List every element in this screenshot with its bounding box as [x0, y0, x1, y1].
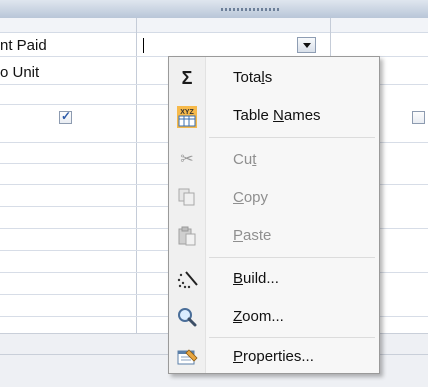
paste-icon [177, 226, 197, 246]
menu-item-label: Table Names [233, 107, 321, 124]
menu-item-zoom[interactable]: Zoom... [171, 300, 377, 333]
properties-icon [177, 347, 198, 367]
menu-separator [209, 337, 375, 338]
grid-row-line [380, 84, 428, 85]
magnifier-icon [177, 307, 197, 327]
menu-separator [209, 257, 375, 258]
menu-item-label: Paste [233, 227, 272, 244]
menu-item-properties[interactable]: Properties... [171, 340, 377, 373]
grid-row-line [0, 84, 168, 85]
pane-splitter-bar[interactable] [0, 0, 428, 19]
grid-row-line [380, 272, 428, 273]
context-menu: Σ Totals XYZ Table Names ✂ Cut Copy Past… [168, 56, 380, 374]
menu-item-label: Copy [233, 189, 269, 206]
field-cell[interactable]: nt Paid [0, 37, 47, 54]
svg-text:XYZ: XYZ [180, 109, 194, 116]
table-names-icon: XYZ [177, 106, 197, 128]
scissors-icon: ✂ [180, 151, 194, 168]
grid-row-line [380, 184, 428, 185]
menu-item-build[interactable]: Build... [171, 262, 377, 295]
dropdown-arrow-icon [303, 43, 311, 48]
build-wand-icon [177, 269, 198, 289]
table-cell[interactable]: o Unit [0, 64, 39, 81]
menu-item-label: Cut [233, 151, 257, 168]
show-checkbox[interactable] [412, 111, 425, 124]
show-checkbox[interactable]: ✓ [59, 109, 72, 124]
sigma-icon: Σ [181, 68, 193, 88]
grid-header-strip [0, 18, 428, 33]
copy-icon [177, 188, 197, 208]
grid-row-line [0, 206, 168, 207]
grid-row-line [0, 316, 168, 317]
grid-row-line [0, 163, 168, 164]
field-dropdown-button[interactable] [297, 37, 316, 53]
menu-item-label: Zoom... [233, 308, 284, 325]
checkmark-icon: ✓ [61, 109, 72, 123]
grid-row-line [380, 142, 428, 143]
menu-separator [209, 137, 375, 138]
menu-item-label: Totals [233, 69, 273, 86]
menu-item-cut[interactable]: ✂ Cut [171, 143, 377, 176]
menu-item-totals[interactable]: Σ Totals [171, 61, 377, 94]
grid-row-line [0, 104, 168, 105]
grid-row-line [0, 250, 168, 251]
grid-row-line [0, 272, 168, 273]
grid-row-line [0, 142, 168, 143]
menu-item-label: Build... [233, 270, 279, 287]
menu-item-label: Properties... [233, 348, 314, 365]
text-cursor [143, 38, 144, 53]
grid-row-line [0, 184, 168, 185]
grid-row-line [0, 294, 168, 295]
menu-item-table-names[interactable]: XYZ Table Names [171, 99, 377, 132]
splitter-grip-icon[interactable] [221, 8, 279, 11]
grid-row-line [380, 228, 428, 229]
menu-item-paste[interactable]: Paste [171, 219, 377, 252]
grid-row-line [0, 228, 168, 229]
grid-column-divider [136, 18, 137, 333]
grid-row-line [380, 316, 428, 317]
menu-item-copy[interactable]: Copy [171, 181, 377, 214]
